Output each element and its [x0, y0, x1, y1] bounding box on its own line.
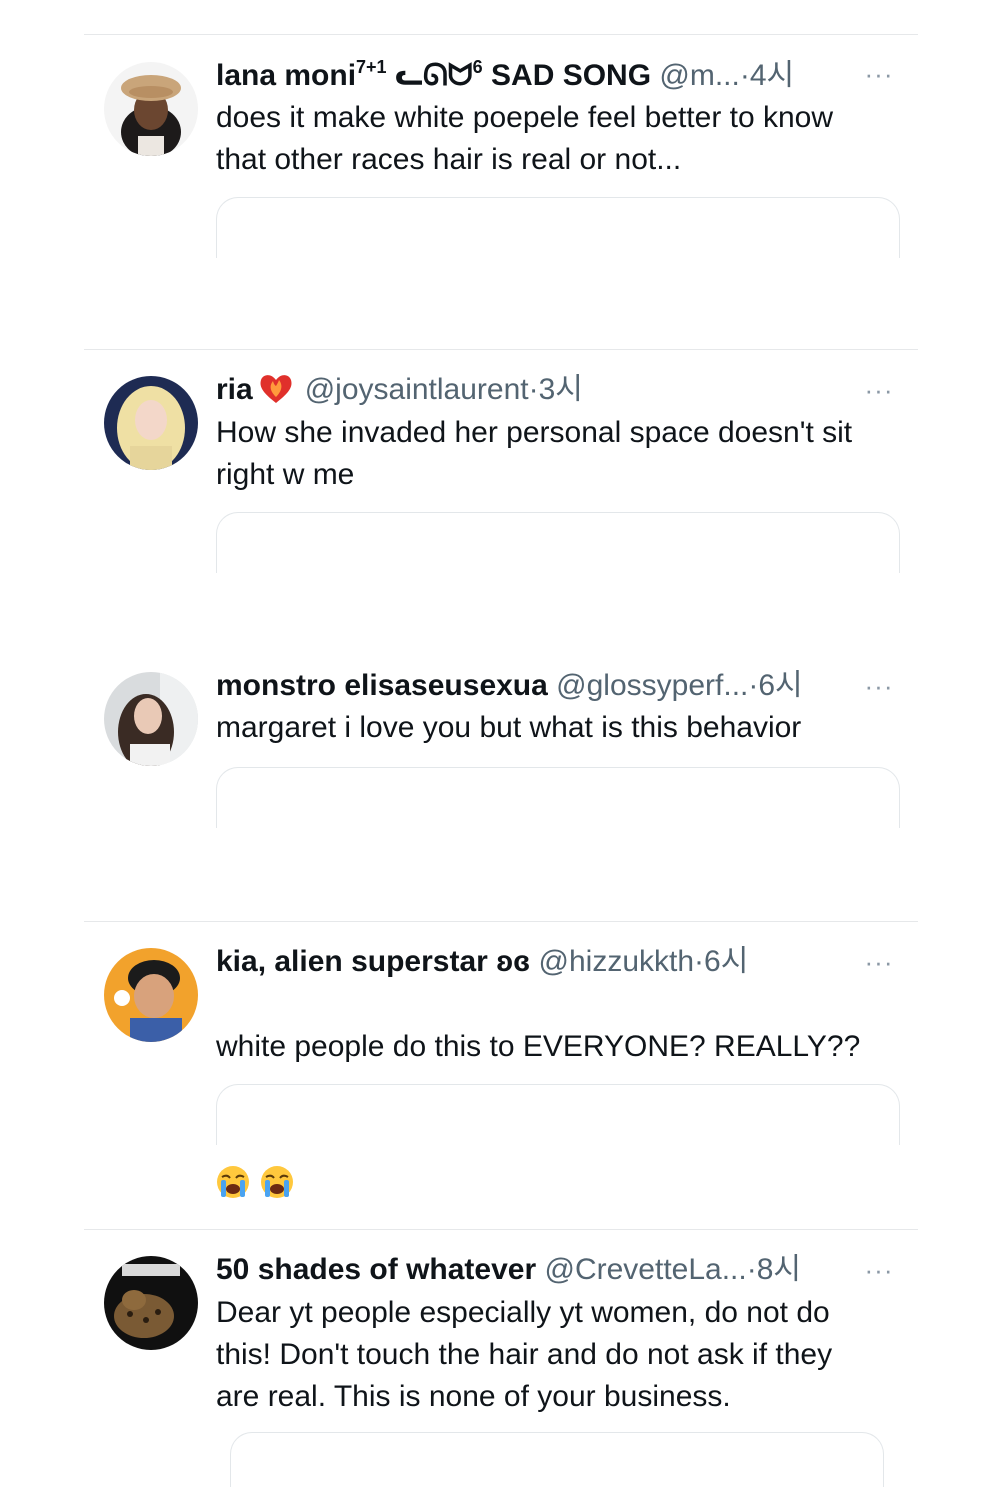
divider	[84, 34, 918, 35]
more-options-icon[interactable]: ···	[862, 1257, 896, 1283]
more-options-icon[interactable]: ···	[862, 949, 896, 975]
timestamp[interactable]: 6시	[704, 945, 748, 978]
media-card[interactable]	[216, 767, 900, 828]
author-name[interactable]: monstro elisaseusexua	[216, 669, 548, 702]
timestamp[interactable]: 4시	[750, 59, 794, 92]
author-handle[interactable]: @m...	[659, 59, 739, 92]
avatar-image	[104, 1256, 198, 1350]
avatar-image	[104, 948, 198, 1042]
separator-dot: ·	[528, 373, 539, 406]
media-card[interactable]	[230, 1432, 884, 1487]
timestamp[interactable]: 8시	[757, 1253, 801, 1286]
author-handle[interactable]: @hizzukkth	[539, 945, 695, 978]
heart-on-fire-icon	[260, 375, 292, 403]
media-card[interactable]	[216, 1084, 900, 1145]
avatar-image	[104, 376, 198, 470]
avatar-image	[104, 62, 198, 156]
tweet-header: ria @joysaintlaurent·3시	[216, 370, 900, 410]
divider	[84, 1229, 918, 1230]
media-card[interactable]	[216, 197, 900, 258]
tweet-text-line: white people do this to EVERYONE? REALLY…	[216, 1030, 861, 1063]
author-handle[interactable]: @glossyperf...	[556, 669, 748, 702]
author-name[interactable]: lana moni7+1 ᓚᘏᗢ6 SAD SONG	[216, 58, 651, 92]
tweet-text: does it make white poepele feel better t…	[216, 101, 834, 176]
more-options-icon[interactable]: ···	[862, 673, 896, 699]
timestamp[interactable]: 3시	[539, 373, 583, 406]
avatar[interactable]	[104, 62, 198, 156]
avatar[interactable]	[104, 672, 198, 766]
author-name[interactable]: ria	[216, 373, 253, 406]
tweet-header: monstro elisaseusexua @glossyperf...·6시	[216, 666, 900, 706]
loudly-crying-face-icon	[217, 1166, 249, 1199]
author-name[interactable]: 50 shades of whatever	[216, 1253, 536, 1286]
more-options-icon[interactable]: ···	[862, 377, 896, 403]
media-card[interactable]	[216, 512, 900, 573]
divider	[84, 349, 918, 350]
tweet-text: Dear yt people especially yt women, do n…	[216, 1296, 833, 1413]
author-handle[interactable]: @CrevetteLa...	[545, 1253, 747, 1286]
tweet-header: lana moni7+1 ᓚᘏᗢ6 SAD SONG @m...·4시	[216, 56, 900, 96]
separator-dot: ·	[694, 945, 705, 978]
separator-dot: ·	[739, 59, 750, 92]
avatar[interactable]	[104, 1256, 198, 1350]
separator-dot: ·	[748, 669, 759, 702]
tweet-header: kia, alien superstar ʚɞ @hizzukkth·6시	[216, 942, 900, 982]
avatar[interactable]	[104, 376, 198, 470]
author-handle[interactable]: @joysaintlaurent	[305, 373, 529, 406]
tweet-header: 50 shades of whatever @CrevetteLa...·8시	[216, 1250, 900, 1290]
timestamp[interactable]: 6시	[758, 669, 802, 702]
avatar[interactable]	[104, 948, 198, 1042]
avatar-image	[104, 672, 198, 766]
separator-dot: ·	[746, 1253, 757, 1286]
more-options-icon[interactable]: ···	[862, 61, 896, 87]
loudly-crying-face-icon	[261, 1166, 293, 1199]
author-name[interactable]: kia, alien superstar ʚɞ	[216, 945, 530, 978]
tweet-text: margaret i love you but what is this beh…	[216, 711, 802, 744]
tweet-text: How she invaded her personal space doesn…	[216, 416, 853, 491]
divider	[84, 921, 918, 922]
